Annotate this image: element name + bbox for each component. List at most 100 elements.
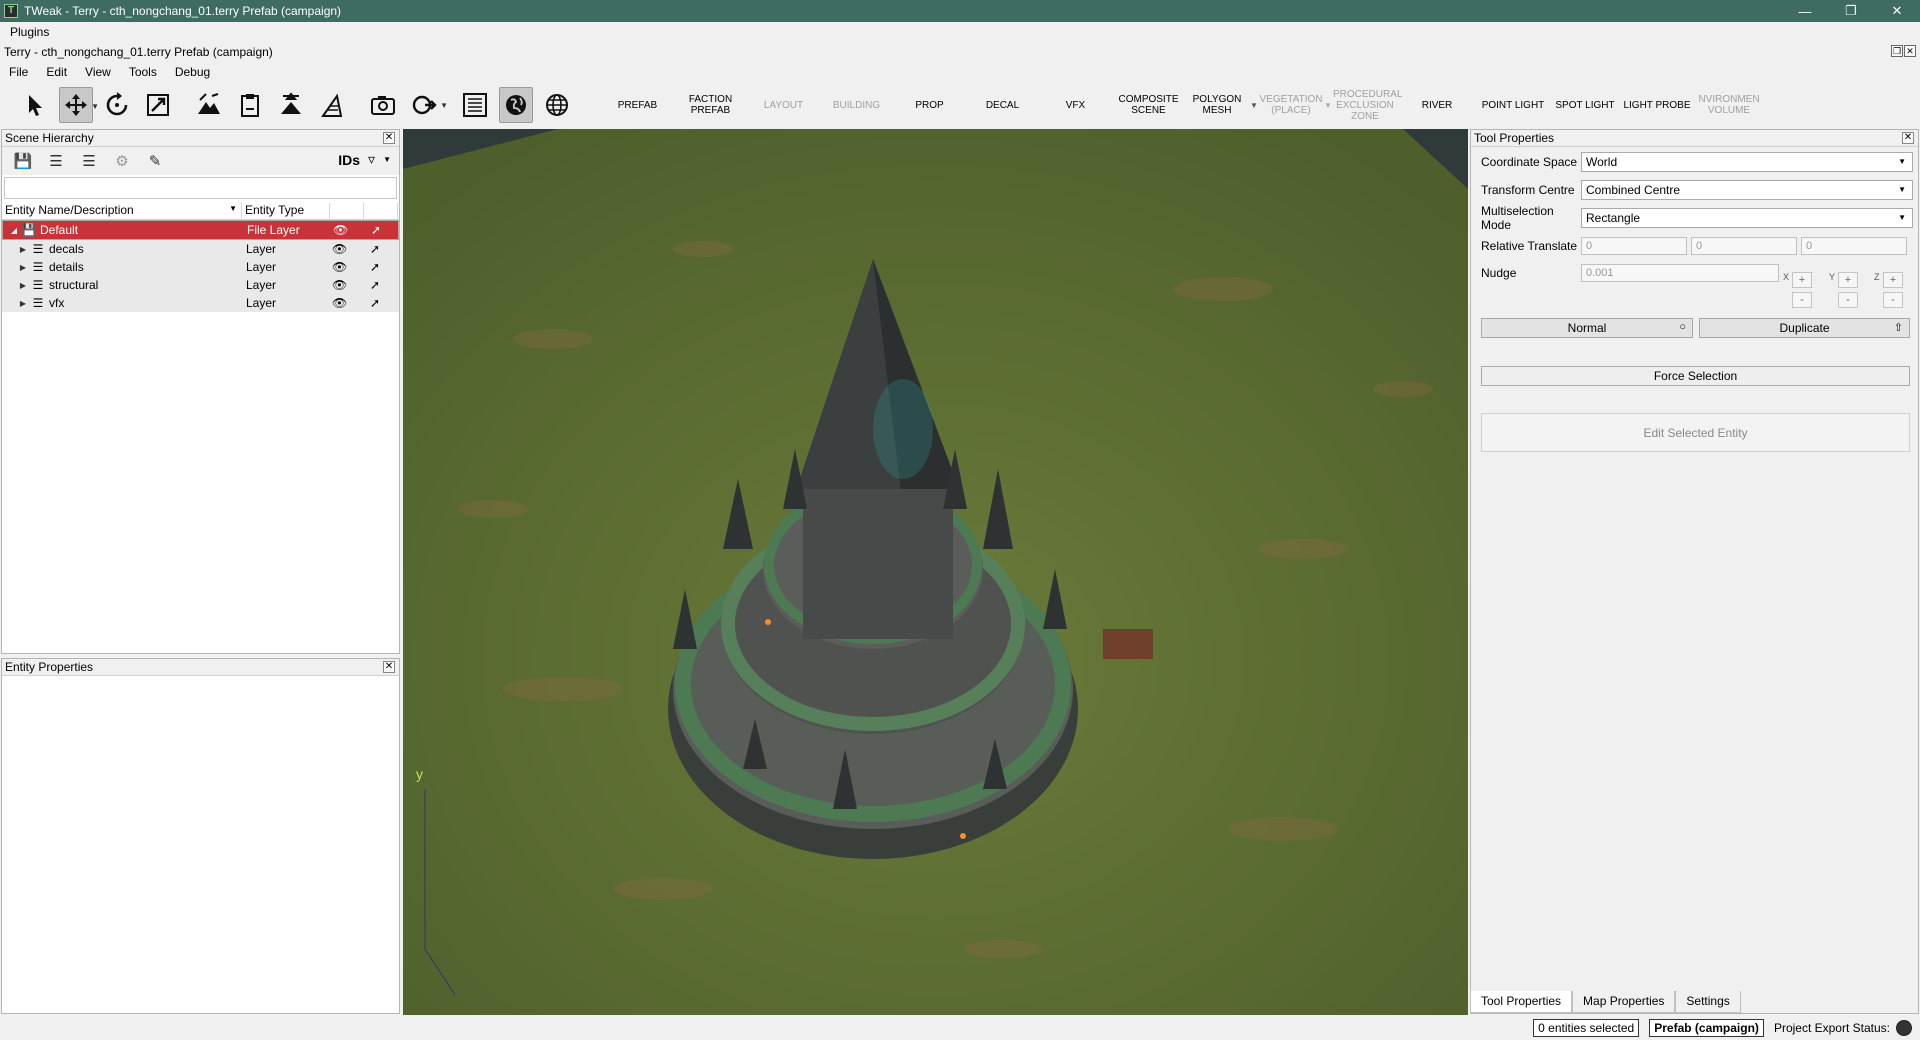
world-view-button[interactable] xyxy=(499,87,533,123)
category-prop[interactable]: PROP xyxy=(893,100,966,111)
eye-icon[interactable]: 👁 xyxy=(332,296,347,310)
transform-centre-select[interactable]: Combined Centre ▼ xyxy=(1581,180,1913,200)
category-decal[interactable]: DECAL xyxy=(966,100,1039,111)
force-selection-button[interactable]: Force Selection xyxy=(1481,366,1910,386)
col-entity-type[interactable]: Entity Type xyxy=(242,203,330,219)
nudge-input[interactable]: 0.001 xyxy=(1581,264,1779,282)
tab-tool-properties[interactable]: Tool Properties xyxy=(1470,991,1573,1013)
brush-icon[interactable]: ✎ xyxy=(142,150,168,172)
scale-tool-button[interactable] xyxy=(141,87,175,123)
top-menubar: Plugins xyxy=(0,22,1920,42)
nudge-y-minus-button[interactable]: - xyxy=(1838,292,1858,308)
menu-file[interactable]: File xyxy=(0,65,37,79)
expand-icon[interactable]: ▶ xyxy=(16,245,30,254)
close-icon[interactable]: ✕ xyxy=(1874,0,1920,22)
table-row[interactable]: ▶ ☰ decals Layer 👁 ➚ xyxy=(2,240,399,258)
table-row[interactable]: ▶ ☰ details Layer 👁 ➚ xyxy=(2,258,399,276)
filter-icon[interactable]: ▿ xyxy=(368,151,375,168)
menu-tools[interactable]: Tools xyxy=(120,65,166,79)
table-row[interactable]: ◢ 💾 Default File Layer 👁 ➚ xyxy=(2,220,399,240)
eye-icon[interactable]: 👁 xyxy=(332,278,347,292)
category-composite-scene[interactable]: COMPOSITE SCENE xyxy=(1112,94,1185,116)
chevron-down-icon[interactable]: ▼ xyxy=(440,101,448,110)
category-polygon-mesh[interactable]: POLYGON MESH xyxy=(1185,94,1249,116)
duplicate-button[interactable]: Duplicate ⇧ xyxy=(1699,318,1910,338)
nudge-y-plus-button[interactable]: + xyxy=(1838,272,1858,288)
collapse-icon[interactable]: ◢ xyxy=(7,226,21,235)
relative-translate-y[interactable]: 0 xyxy=(1691,237,1797,255)
table-row[interactable]: ▶ ☰ vfx Layer 👁 ➚ xyxy=(2,294,399,312)
restore-icon[interactable]: ❐ xyxy=(1828,0,1874,22)
minimize-icon[interactable]: — xyxy=(1782,0,1828,22)
category-light-probe[interactable]: LIGHT PROBE xyxy=(1621,100,1693,111)
col-entity-name[interactable]: Entity Name/Description ▼ xyxy=(2,203,242,219)
category-spot-light[interactable]: SPOT LIGHT xyxy=(1549,100,1621,111)
tab-map-properties[interactable]: Map Properties xyxy=(1572,991,1676,1013)
multiselection-mode-select[interactable]: Rectangle ▼ xyxy=(1581,208,1913,228)
tab-settings[interactable]: Settings xyxy=(1675,991,1741,1013)
expand-icon[interactable]: ▶ xyxy=(16,299,30,308)
close-doc-icon[interactable]: ✕ xyxy=(1904,45,1916,57)
ids-toggle[interactable]: IDs xyxy=(338,152,360,168)
menu-plugins[interactable]: Plugins xyxy=(0,25,59,39)
clipboard-tool-button[interactable] xyxy=(233,87,267,123)
select-tool-button[interactable] xyxy=(18,87,52,123)
camera-tool-button[interactable] xyxy=(366,87,400,123)
relative-translate-x[interactable]: 0 xyxy=(1581,237,1687,255)
3d-viewport[interactable]: y xyxy=(403,129,1468,1015)
edit-selected-entity-button[interactable]: Edit Selected Entity xyxy=(1481,413,1910,452)
table-row[interactable]: ▶ ☰ structural Layer 👁 ➚ xyxy=(2,276,399,294)
layers-icon[interactable]: ☰ xyxy=(76,150,102,172)
category-vfx[interactable]: VFX xyxy=(1039,100,1112,111)
cursor-icon[interactable]: ➚ xyxy=(370,242,380,256)
nudge-z-minus-button[interactable]: - xyxy=(1883,292,1903,308)
cursor-icon[interactable]: ➚ xyxy=(370,296,380,310)
raise-terrain-button[interactable] xyxy=(274,87,308,123)
cursor-icon[interactable]: ➚ xyxy=(370,278,380,292)
col-visibility[interactable] xyxy=(330,203,364,219)
shift-icon: ⇧ xyxy=(1893,322,1903,334)
nudge-x-minus-button[interactable]: - xyxy=(1792,292,1812,308)
chevron-down-icon[interactable]: ▼ xyxy=(383,155,391,164)
cursor-icon[interactable]: ➚ xyxy=(371,223,381,237)
relative-translate-z[interactable]: 0 xyxy=(1801,237,1907,255)
hierarchy-search-input[interactable] xyxy=(4,177,397,199)
menu-edit[interactable]: Edit xyxy=(37,65,76,79)
viewport-scene: y xyxy=(403,129,1468,1015)
normal-button[interactable]: Normal ○ xyxy=(1481,318,1693,338)
chevron-down-icon[interactable]: ▼ xyxy=(1249,101,1259,110)
category-faction-prefab[interactable]: FACTION PREFAB xyxy=(674,94,747,116)
terrain-tool-button[interactable] xyxy=(192,87,226,123)
close-icon[interactable]: ✕ xyxy=(383,132,395,144)
move-tool-button[interactable]: ▼ xyxy=(59,87,99,123)
menu-debug[interactable]: Debug xyxy=(166,65,219,79)
close-icon[interactable]: ✕ xyxy=(383,661,395,673)
layers-icon[interactable]: ☰ xyxy=(43,150,69,172)
wireframe-globe-button[interactable] xyxy=(540,87,574,123)
expand-icon[interactable]: ▶ xyxy=(16,281,30,290)
cursor-icon[interactable]: ➚ xyxy=(370,260,380,274)
eye-icon[interactable]: 👁 xyxy=(332,260,347,274)
close-icon[interactable]: ✕ xyxy=(1902,132,1914,144)
category-river[interactable]: RIVER xyxy=(1397,100,1477,111)
nudge-z-plus-button[interactable]: + xyxy=(1883,272,1903,288)
category-prefab[interactable]: PREFAB xyxy=(601,100,674,111)
expand-icon[interactable]: ▶ xyxy=(16,263,30,272)
menu-view[interactable]: View xyxy=(76,65,120,79)
eye-icon[interactable]: 👁 xyxy=(333,223,348,237)
float-icon[interactable]: ❐ xyxy=(1891,45,1903,57)
measure-tool-button[interactable] xyxy=(315,87,349,123)
navigate-tool-button[interactable]: ▼ xyxy=(407,87,448,123)
chevron-down-icon: ▼ xyxy=(1898,157,1906,166)
eye-icon[interactable]: 👁 xyxy=(332,242,347,256)
category-point-light[interactable]: POINT LIGHT xyxy=(1477,100,1549,111)
layer-settings-icon[interactable]: ⚙ xyxy=(109,150,135,172)
transform-centre-value: Combined Centre xyxy=(1586,183,1681,197)
list-view-button[interactable] xyxy=(458,87,492,123)
chevron-down-icon[interactable]: ▼ xyxy=(91,102,99,111)
col-selectable[interactable] xyxy=(364,203,398,219)
coordinate-space-select[interactable]: World ▼ xyxy=(1581,152,1913,172)
rotate-tool-button[interactable] xyxy=(100,87,134,123)
nudge-x-plus-button[interactable]: + xyxy=(1792,272,1812,288)
save-icon[interactable]: 💾 xyxy=(10,150,36,172)
